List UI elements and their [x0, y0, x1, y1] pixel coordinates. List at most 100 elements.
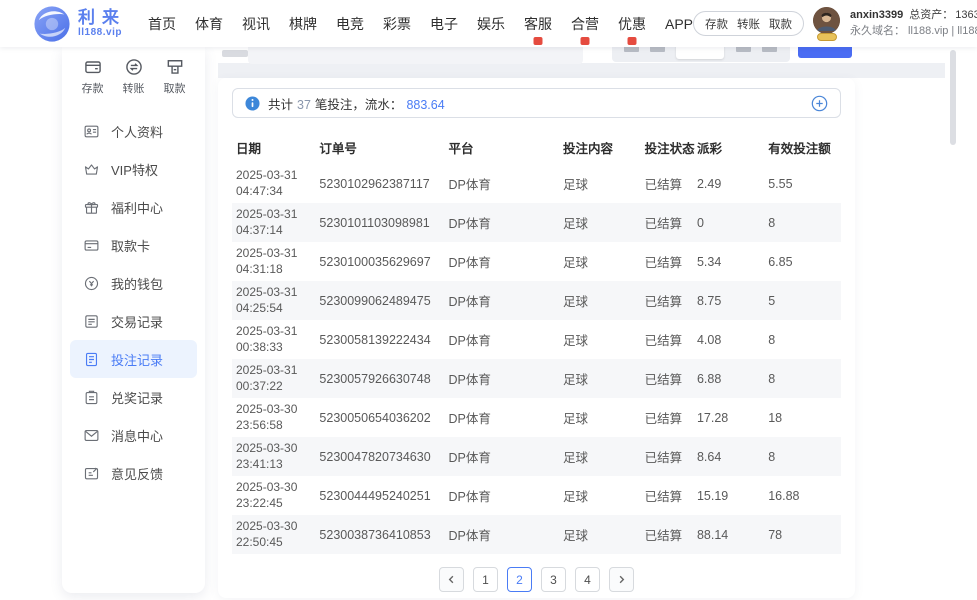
- redeem-icon: [83, 389, 100, 406]
- sidebar-quick-action[interactable]: 存款: [82, 57, 104, 96]
- bankcard-icon: [83, 237, 100, 254]
- table-row[interactable]: 2025-03-30 22:50:45 5230038736410853 DP体…: [232, 515, 841, 554]
- nav-item[interactable]: 首页: [148, 0, 176, 47]
- next-page-button[interactable]: [609, 567, 634, 592]
- cell-bet-content: 足球: [563, 256, 589, 270]
- nav-item[interactable]: APP: [665, 0, 693, 47]
- withdraw-icon: [165, 57, 185, 77]
- sidebar-quick-action[interactable]: 转账: [123, 57, 145, 96]
- cell-payout: 88.14: [696, 527, 729, 542]
- brand-logo-block[interactable]: 利来 ll188.vip: [33, 5, 126, 43]
- nav-item[interactable]: 电子: [430, 0, 458, 47]
- table-row[interactable]: 2025-03-31 04:25:54 5230099062489475 DP体…: [232, 281, 841, 320]
- sidebar-item[interactable]: 我的钱包: [62, 264, 205, 302]
- wallet-icon: [83, 275, 100, 292]
- cell-payout: 8.75: [696, 293, 722, 308]
- bet-records-panel: 共计 37 笔投注，流水： 883.64 日期 订单号 平台 投注内容 投注状态…: [218, 78, 855, 598]
- cell-date: 2025-03-31 00:38:33: [236, 323, 298, 354]
- sidebar-item[interactable]: 投注记录: [70, 340, 197, 378]
- sidebar-item[interactable]: 个人资料: [62, 112, 205, 150]
- table-row[interactable]: 2025-03-31 04:37:14 5230101103098981 DP体…: [232, 203, 841, 242]
- quick-action-link[interactable]: 存款: [705, 16, 728, 32]
- table-row[interactable]: 2025-03-30 23:22:45 5230044495240251 DP体…: [232, 476, 841, 515]
- nav-item[interactable]: 合营: [571, 0, 599, 47]
- page-number-button[interactable]: 2: [507, 567, 532, 592]
- cell-payout: 17.28: [696, 410, 729, 425]
- cell-order-number: 5230047820734630: [319, 449, 431, 464]
- cell-date: 2025-03-30 22:50:45: [236, 518, 298, 549]
- vip-icon: [83, 161, 100, 178]
- nav-item[interactable]: 体育: [195, 0, 223, 47]
- cell-bet-content: 足球: [563, 451, 589, 465]
- prev-page-button[interactable]: [439, 567, 464, 592]
- profile-icon: [83, 123, 100, 140]
- summary-middle: 笔投注，流水：: [314, 97, 403, 112]
- cell-platform: DP体育: [448, 490, 491, 504]
- assets-value: 1363.49元: [955, 8, 977, 21]
- plus-circle-icon[interactable]: [811, 95, 828, 112]
- table-row[interactable]: 2025-03-30 23:56:58 5230050654036202 DP体…: [232, 398, 841, 437]
- table-header-cell: 投注状态: [644, 141, 695, 156]
- sidebar-item[interactable]: 交易记录: [62, 302, 205, 340]
- sidebar-item[interactable]: 取款卡: [62, 226, 205, 264]
- sidebar-item[interactable]: 意见反馈: [62, 454, 205, 492]
- cell-bet-status: 已结算: [644, 217, 683, 231]
- cell-platform: DP体育: [448, 256, 491, 270]
- page-number-button[interactable]: 4: [575, 567, 600, 592]
- nav-item[interactable]: 优惠: [618, 0, 646, 47]
- table-header-cell: 派彩: [696, 141, 722, 156]
- cell-payout: 5.34: [696, 254, 722, 269]
- table-row[interactable]: 2025-03-30 23:41:13 5230047820734630 DP体…: [232, 437, 841, 476]
- nav-item[interactable]: 彩票: [383, 0, 411, 47]
- cell-valid-amount: 8: [768, 371, 776, 386]
- cell-bet-status: 已结算: [644, 295, 683, 309]
- table-header-row: 日期 订单号 平台 投注内容 投注状态 派彩 有效投注额: [232, 130, 841, 164]
- cell-bet-status: 已结算: [644, 334, 683, 348]
- cell-bet-status: 已结算: [644, 412, 683, 426]
- table-header-cell: 订单号: [319, 141, 357, 156]
- cell-platform: DP体育: [448, 412, 491, 426]
- brand-swirl-icon: [33, 5, 71, 43]
- scrollbar[interactable]: [950, 50, 956, 145]
- domain-value: ll188.vip | ll188....: [908, 24, 977, 37]
- cell-bet-content: 足球: [563, 178, 589, 192]
- sidebar-quick-action[interactable]: 取款: [164, 57, 186, 96]
- user-avatar[interactable]: [813, 6, 841, 41]
- table-header-cell: 投注内容: [563, 141, 614, 156]
- sidebar-item[interactable]: VIP特权: [62, 150, 205, 188]
- quick-action-link[interactable]: 转账: [737, 16, 760, 32]
- pagination: 1 2 3 4: [232, 567, 841, 592]
- nav-item[interactable]: 棋牌: [289, 0, 317, 47]
- domain-label: 永久域名：: [850, 24, 906, 37]
- sidebar-item[interactable]: 消息中心: [62, 416, 205, 454]
- table-row[interactable]: 2025-03-31 04:31:18 5230100035629697 DP体…: [232, 242, 841, 281]
- cell-date: 2025-03-30 23:41:13: [236, 440, 298, 471]
- cell-platform: DP体育: [448, 334, 491, 348]
- cell-platform: DP体育: [448, 217, 491, 231]
- page-number-button[interactable]: 1: [473, 567, 498, 592]
- cell-payout: 8.64: [696, 449, 722, 464]
- content-gap-band: [218, 63, 945, 78]
- bets-icon: [83, 351, 100, 368]
- cell-valid-amount: 6.85: [768, 254, 793, 269]
- quick-action-link[interactable]: 取款: [769, 16, 792, 32]
- cell-payout: 2.49: [696, 176, 722, 191]
- sidebar-item[interactable]: 兑奖记录: [62, 378, 205, 416]
- nav-item[interactable]: 电竞: [336, 0, 364, 47]
- page-number-button[interactable]: 3: [541, 567, 566, 592]
- cell-payout: 6.88: [696, 371, 722, 386]
- summary-prefix: 共计: [268, 97, 294, 112]
- brand-domain: ll188.vip: [78, 26, 122, 38]
- table-row[interactable]: 2025-03-31 00:37:22 5230057926630748 DP体…: [232, 359, 841, 398]
- main-nav: 首页 体育 视讯 棋牌 电竞 彩票 电子 娱乐 客服 合营 优惠 APP: [148, 0, 693, 47]
- username: anxin3399: [850, 8, 904, 21]
- nav-item[interactable]: 视讯: [242, 0, 270, 47]
- cell-order-number: 5230100035629697: [319, 254, 431, 269]
- nav-item[interactable]: 娱乐: [477, 0, 505, 47]
- cell-order-number: 5230058139222434: [319, 332, 431, 347]
- transfer-icon: [124, 57, 144, 77]
- table-row[interactable]: 2025-03-31 04:47:34 5230102962387117 DP体…: [232, 164, 841, 203]
- table-row[interactable]: 2025-03-31 00:38:33 5230058139222434 DP体…: [232, 320, 841, 359]
- nav-item[interactable]: 客服: [524, 0, 552, 47]
- sidebar-item[interactable]: 福利中心: [62, 188, 205, 226]
